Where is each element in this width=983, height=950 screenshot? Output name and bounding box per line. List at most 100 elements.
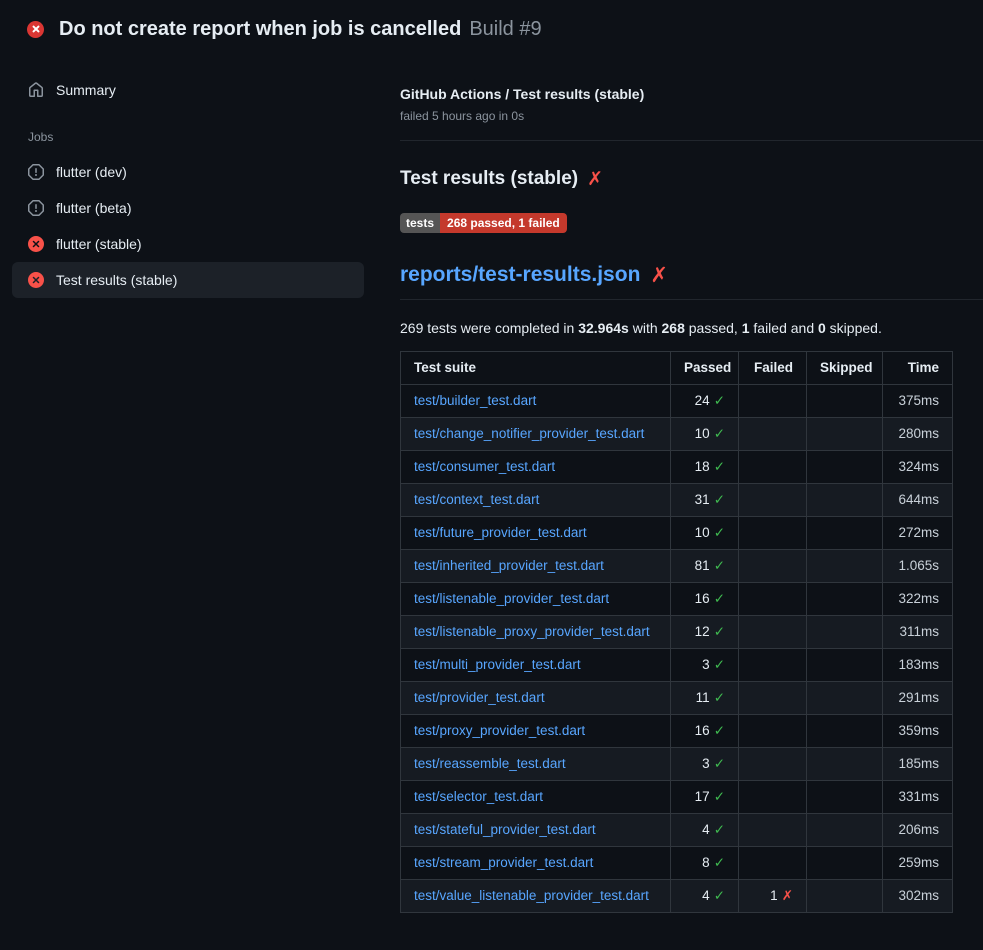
- failed-cell: ✗: [739, 616, 807, 649]
- x-icon: ✗: [782, 888, 793, 904]
- failed-cell: ✗: [739, 781, 807, 814]
- check-icon: ✓: [714, 690, 725, 706]
- check-icon: ✓: [714, 657, 725, 673]
- table-row: test/listenable_provider_test.dart 16✓ ✗…: [401, 583, 953, 616]
- check-icon: ✓: [714, 855, 725, 871]
- failed-cell: ✗: [739, 550, 807, 583]
- table-row: test/proxy_provider_test.dart 16✓ ✗ 359m…: [401, 715, 953, 748]
- page-layout: Summary Jobs flutter (dev) flutter (beta…: [0, 58, 983, 913]
- time-cell: 183ms: [883, 649, 953, 682]
- sidebar-item-flutter-dev[interactable]: flutter (dev): [12, 154, 364, 190]
- suite-link[interactable]: test/future_provider_test.dart: [414, 525, 587, 540]
- sidebar: Summary Jobs flutter (dev) flutter (beta…: [0, 58, 376, 298]
- table-row: test/value_listenable_provider_test.dart…: [401, 880, 953, 913]
- divider: [400, 140, 983, 141]
- table-row: test/change_notifier_provider_test.dart …: [401, 418, 953, 451]
- suite-link[interactable]: test/reassemble_test.dart: [414, 756, 566, 771]
- build-number: Build #9: [469, 18, 541, 41]
- failed-cell: ✗: [739, 814, 807, 847]
- time-cell: 1.065s: [883, 550, 953, 583]
- passed-cell: 8✓: [671, 847, 739, 880]
- table-row: test/builder_test.dart 24✓ ✗ 375ms: [401, 385, 953, 418]
- table-row: test/provider_test.dart 11✓ ✗ 291ms: [401, 682, 953, 715]
- passed-cell: 16✓: [671, 583, 739, 616]
- table-row: test/listenable_proxy_provider_test.dart…: [401, 616, 953, 649]
- summary-text: skipped.: [826, 320, 882, 336]
- check-icon: ✓: [714, 888, 725, 904]
- suite-link[interactable]: test/selector_test.dart: [414, 789, 543, 804]
- time-cell: 185ms: [883, 748, 953, 781]
- table-row: test/selector_test.dart 17✓ ✗ 331ms: [401, 781, 953, 814]
- table-row: test/inherited_provider_test.dart 81✓ ✗ …: [401, 550, 953, 583]
- skipped-cell: [807, 484, 883, 517]
- home-icon: [28, 82, 44, 98]
- x-circle-icon: [27, 21, 44, 38]
- table-row: test/multi_provider_test.dart 3✓ ✗ 183ms: [401, 649, 953, 682]
- run-title-text: Do not create report when job is cancell…: [59, 18, 461, 41]
- check-icon: ✓: [714, 525, 725, 541]
- sidebar-item-test-results-stable[interactable]: Test results (stable): [12, 262, 364, 298]
- skipped-cell: [807, 649, 883, 682]
- col-header-passed: Passed: [671, 352, 739, 385]
- suite-link[interactable]: test/consumer_test.dart: [414, 459, 555, 474]
- failed-cell: ✗: [739, 847, 807, 880]
- suite-link[interactable]: test/listenable_provider_test.dart: [414, 591, 609, 606]
- summary-skipped-count: 0: [818, 320, 826, 336]
- skipped-cell: [807, 583, 883, 616]
- sidebar-item-flutter-stable[interactable]: flutter (stable): [12, 226, 364, 262]
- time-cell: 302ms: [883, 880, 953, 913]
- report-heading: reports/test-results.json ✗: [400, 263, 983, 300]
- failed-cell: ✗: [739, 451, 807, 484]
- suite-link[interactable]: test/stream_provider_test.dart: [414, 855, 593, 870]
- skipped-cell: [807, 418, 883, 451]
- suite-link[interactable]: test/inherited_provider_test.dart: [414, 558, 604, 573]
- results-table: Test suite Passed Failed Skipped Time te…: [400, 351, 953, 913]
- sidebar-item-label: flutter (dev): [56, 164, 127, 180]
- run-meta: failed 5 hours ago in 0s: [400, 109, 983, 123]
- sidebar-item-label: Summary: [56, 82, 116, 98]
- sidebar-item-summary[interactable]: Summary: [12, 72, 364, 108]
- x-circle-icon: [28, 236, 44, 252]
- breadcrumb: GitHub Actions / Test results (stable): [400, 86, 983, 102]
- check-icon: ✓: [714, 459, 725, 475]
- suite-link[interactable]: test/listenable_proxy_provider_test.dart: [414, 624, 650, 639]
- report-link[interactable]: reports/test-results.json: [400, 263, 640, 287]
- skipped-cell: [807, 616, 883, 649]
- passed-cell: 10✓: [671, 517, 739, 550]
- suite-link[interactable]: test/multi_provider_test.dart: [414, 657, 581, 672]
- suite-link[interactable]: test/proxy_provider_test.dart: [414, 723, 585, 738]
- check-icon: ✓: [714, 789, 725, 805]
- passed-cell: 3✓: [671, 649, 739, 682]
- suite-link[interactable]: test/stateful_provider_test.dart: [414, 822, 596, 837]
- cancelled-stop-icon: [28, 164, 44, 180]
- tests-badge: tests 268 passed, 1 failed: [400, 213, 567, 233]
- suite-link[interactable]: test/provider_test.dart: [414, 690, 545, 705]
- suite-link[interactable]: test/context_test.dart: [414, 492, 539, 507]
- suite-link[interactable]: test/builder_test.dart: [414, 393, 536, 408]
- run-title: Do not create report when job is cancell…: [59, 18, 542, 41]
- check-icon: ✓: [714, 624, 725, 640]
- section-heading: Test results (stable) ✗: [400, 168, 983, 190]
- time-cell: 322ms: [883, 583, 953, 616]
- table-row: test/stateful_provider_test.dart 4✓ ✗ 20…: [401, 814, 953, 847]
- skipped-cell: [807, 814, 883, 847]
- failed-x-icon: ✗: [587, 168, 603, 190]
- summary-passed-count: 268: [662, 320, 685, 336]
- summary-failed-count: 1: [742, 320, 750, 336]
- x-circle-icon: [28, 272, 44, 288]
- suite-link[interactable]: test/change_notifier_provider_test.dart: [414, 426, 644, 441]
- skipped-cell: [807, 451, 883, 484]
- time-cell: 206ms: [883, 814, 953, 847]
- failed-cell: ✗: [739, 682, 807, 715]
- check-icon: ✓: [714, 822, 725, 838]
- suite-link[interactable]: test/value_listenable_provider_test.dart: [414, 888, 649, 903]
- summary-text: with: [629, 320, 662, 336]
- time-cell: 644ms: [883, 484, 953, 517]
- sidebar-item-flutter-beta[interactable]: flutter (beta): [12, 190, 364, 226]
- table-row: test/stream_provider_test.dart 8✓ ✗ 259m…: [401, 847, 953, 880]
- summary-text: 269 tests were completed in: [400, 320, 578, 336]
- check-icon: ✓: [714, 756, 725, 772]
- passed-cell: 10✓: [671, 418, 739, 451]
- check-icon: ✓: [714, 492, 725, 508]
- table-row: test/future_provider_test.dart 10✓ ✗ 272…: [401, 517, 953, 550]
